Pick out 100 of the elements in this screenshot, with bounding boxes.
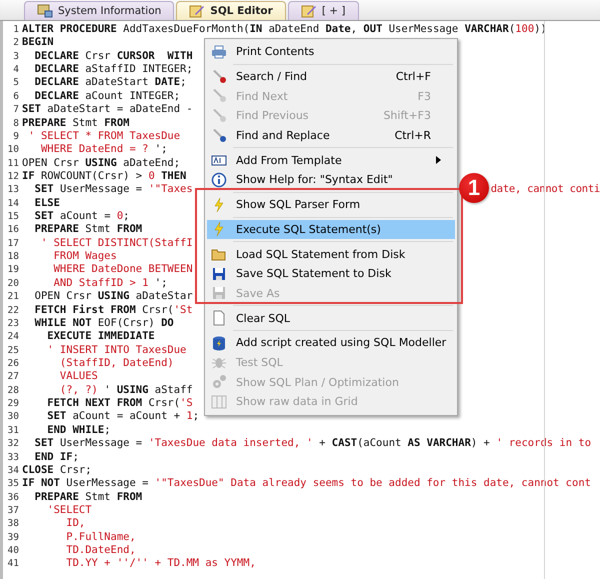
line-number: 5 [12,76,19,90]
code-line: EXECUTE IMMEDIATE [46,330,155,344]
line-number: 19 [6,263,19,277]
menu-item[interactable]: Clear SQL [207,308,455,328]
code-line: PREPARE Stmt FROM [34,490,142,504]
line-number: 22 [6,304,19,317]
line-number: 10 [6,143,19,157]
code-line: P.FullName, [65,530,136,544]
code-line: SET UserMessage = 'TaxesDue data inserted, ' + CAST(aCount AS VARCHAR) + ' records in to [34,437,592,450]
code-line: TD.YY + ''/'' + TD.MM as YYMM, [65,557,256,571]
document-icon [211,310,227,326]
menu-item[interactable]: Add From Template [207,150,455,170]
code-line: VALUES [58,370,98,384]
tab[interactable]: System Information [24,1,174,20]
code-line: END WHILE; [46,424,111,438]
code-line: (?, ?) ' USING aStaff [58,384,193,398]
line-number: 20 [6,276,19,290]
code-line: DECLARE aStaffID INTEGER; [34,63,193,76]
code-line: PREPARE Stmt FROM [34,223,142,237]
code-line: DECLARE aCount INTEGER; [34,90,180,104]
line-number: 16 [6,223,19,237]
menu-item[interactable]: Save SQL Statement to Disk [207,264,455,284]
database-icon [211,334,227,351]
menu-item[interactable]: Show SQL Parser Form [207,194,455,214]
line-number: 35 [6,477,19,491]
code-line: CLOSE Crsr; [22,464,92,478]
line-number: 11 [6,156,19,170]
code-line: TD.DateEnd, [65,544,136,558]
line-number: 32 [6,437,19,450]
line-number: 31 [6,424,19,438]
line-number: 36 [6,490,19,504]
code-line: BEGIN [22,36,54,50]
code-line: FROM Wages [52,250,117,264]
code-line: OPEN Crsr USING aDateEnd; [22,156,180,170]
line-number: 24 [6,330,19,344]
menu-item[interactable]: Load SQL Statement from Disk [207,244,455,264]
line-number: 27 [6,370,19,384]
line-number: 3 [12,50,19,64]
line-number: 23 [6,316,19,330]
tab[interactable]: SQL Editor [176,1,286,20]
code-line: SET aCount = aCount + 1; [46,410,200,424]
pencil-icon [300,4,317,18]
code-line: ID, [65,517,86,531]
printer-icon [211,44,227,60]
menu-item[interactable]: Add script created using SQL Modeller [207,332,455,353]
menu-item[interactable]: Print Contents [207,42,455,62]
code-line: WHERE DateDone BETWEEN [52,263,193,277]
menu-item[interactable]: Execute SQL Statement(s) [207,220,455,240]
code-line: IF ROWCOUNT(Crsr) > 0 THEN [22,170,186,184]
code-line: SET aDateStart = aDateEnd - [22,103,193,117]
code-line: date, cannot conti [490,183,600,197]
line-number: 2 [12,36,19,50]
code-line: ELSE [34,196,60,210]
computer-icon [37,4,53,18]
line-number: 41 [6,557,19,571]
code-line: 'SELECT [46,504,92,518]
line-number: 18 [6,250,19,264]
line-number: 4 [12,63,19,76]
code-line: ' SELECT * FROM TaxesDue [27,130,180,144]
line-number: 1 [12,23,19,36]
code-line: ' SELECT DISTINCT(StaffI [40,236,193,250]
code-line: WHERE DateEnd = ? '; [40,143,168,157]
line-number: 13 [6,183,19,197]
info-icon [211,172,227,188]
line-number: 6 [12,90,19,104]
line-number: 7 [12,103,19,117]
line-number: 14 [6,196,19,210]
menu-item[interactable]: Search / Find Ctrl+F [207,66,455,86]
code-line: OPEN Crsr USING aDateStar [34,290,193,304]
code-line: END IF; [34,450,79,464]
line-number: 29 [6,397,19,410]
line-number: 38 [6,517,19,531]
line-number: 40 [6,544,19,558]
line-number: 39 [6,530,19,544]
line-number: 15 [6,210,19,224]
line-number: 8 [12,116,19,130]
pencil-icon [189,4,206,18]
menu-item[interactable]: Find and Replace Ctrl+R [207,126,455,146]
line-number: 34 [6,464,19,478]
code-line: WHILE NOT EOF(Crsr) DO [34,316,174,330]
line-number: 33 [6,450,19,464]
line-number: 17 [6,236,19,250]
line-number: 12 [6,170,19,184]
line-number: 30 [6,410,19,424]
code-line: ' INSERT INTO TaxesDue [46,344,186,357]
callout-badge: 1 [459,173,489,203]
code-line: IF NOT UserMessage = '"TaxesDue" Data already seems to be added for this date, cannot cont [22,477,591,491]
line-number: 26 [6,356,19,370]
code-line: (StaffID, DateEnd) [58,356,174,370]
line-number: 28 [6,384,19,398]
line-number: 25 [6,344,19,357]
menu-item[interactable]: Show Help for: "Syntax Edit" [207,170,455,190]
code-line: DECLARE Crsr CURSOR WITH [34,50,193,64]
tab[interactable]: [ + ] [288,1,358,20]
code-line: FETCH NEXT FROM Crsr('S [46,397,193,410]
code-line: SET aCount = 0; [34,210,130,224]
code-line: SET UserMessage = '"Taxes [34,183,193,197]
line-number: 9 [12,130,19,144]
code-line: AND StaffID > 1 '; [52,276,168,290]
code-line: PREPARE Stmt FROM [22,116,130,130]
